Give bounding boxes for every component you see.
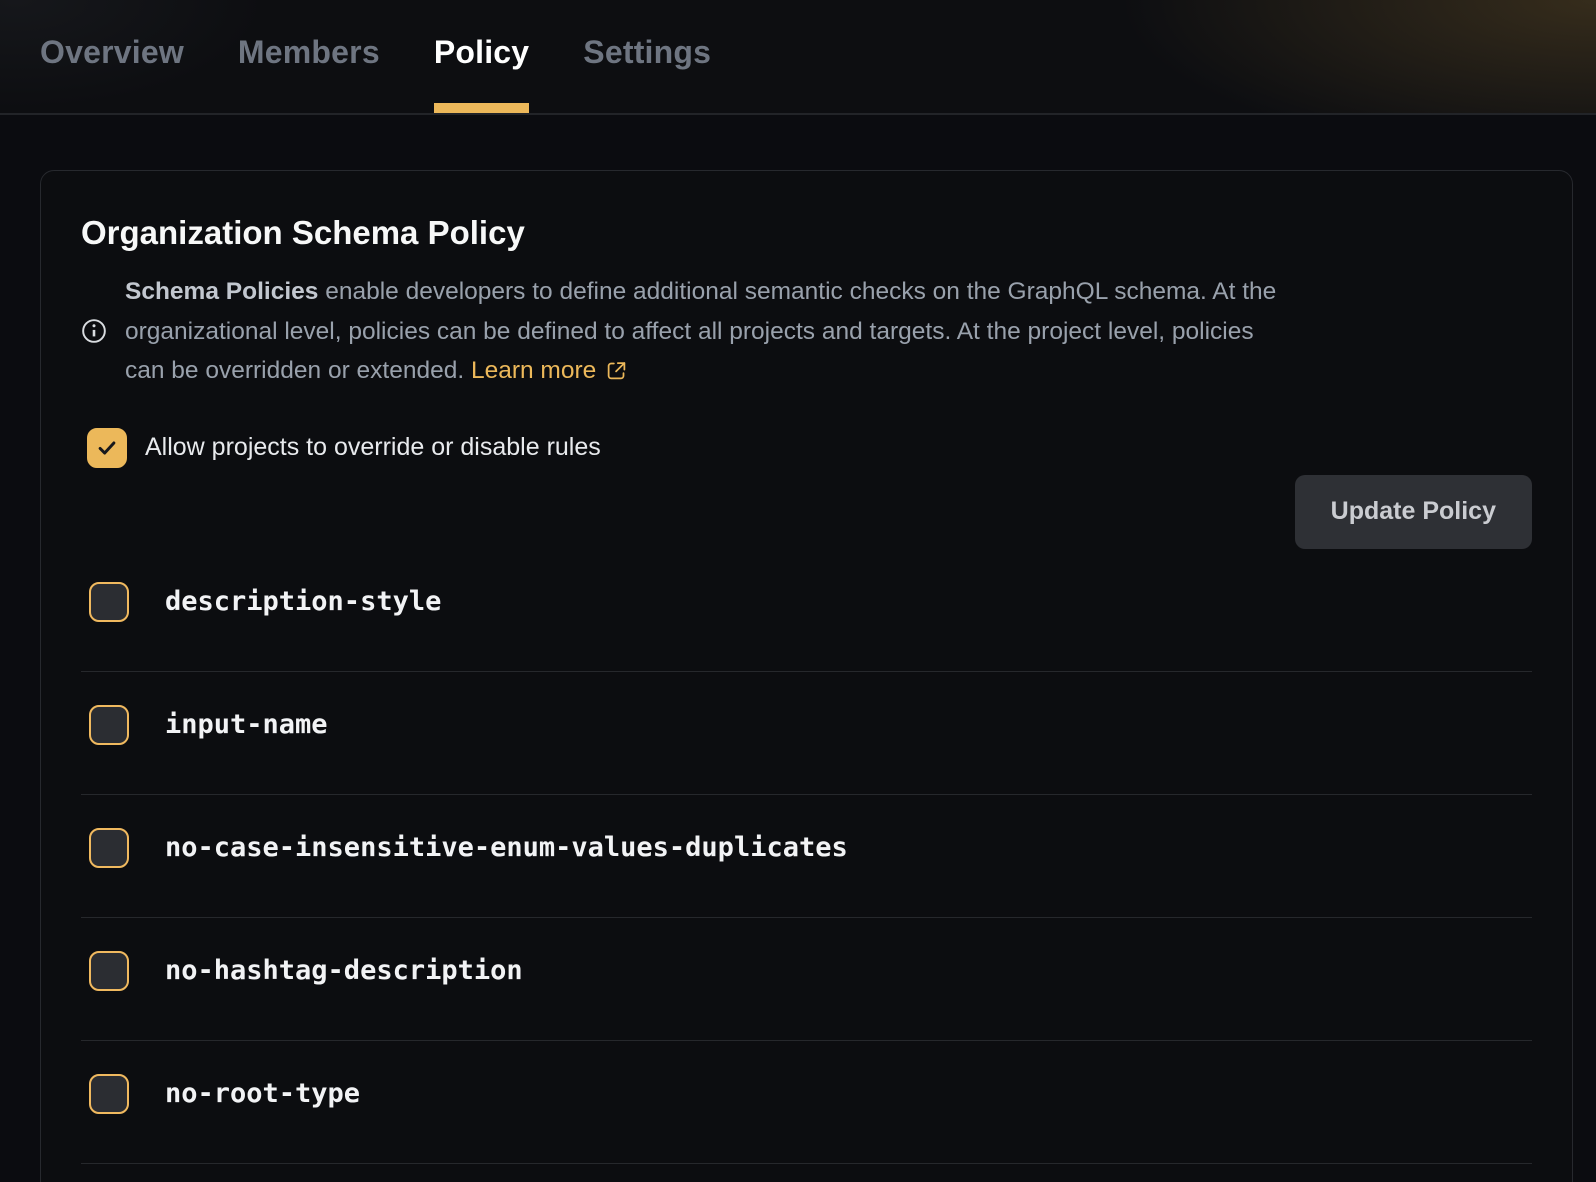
tab-policy[interactable]: Policy — [434, 0, 529, 113]
note-line-2: organizational level, policies can be de… — [125, 312, 1276, 352]
tab-settings[interactable]: Settings — [583, 0, 711, 113]
rule-row-no-case-insensitive-enum-values-duplicates: no-case-insensitive-enum-values-duplicat… — [81, 795, 1532, 918]
rule-row-no-root-type: no-root-type — [81, 1041, 1532, 1164]
external-link-icon — [606, 360, 627, 381]
rule-name: description-style — [165, 582, 441, 622]
rule-checkbox-no-root-type[interactable] — [89, 1074, 129, 1114]
schema-policy-card: Organization Schema Policy Schema Polici… — [40, 170, 1573, 1182]
page-title: Organization Schema Policy — [81, 215, 1532, 251]
schema-policy-note: Schema Policies enable developers to def… — [81, 272, 1532, 391]
rule-row-no-hashtag-description: no-hashtag-description — [81, 918, 1532, 1041]
org-tab-bar: Overview Members Policy Settings — [0, 0, 1596, 115]
note-bold-lead: Schema Policies — [125, 278, 318, 305]
rule-name: input-name — [165, 705, 328, 745]
rule-name: no-case-insensitive-enum-values-duplicat… — [165, 828, 848, 868]
allow-override-label: Allow projects to override or disable ru… — [145, 433, 601, 462]
info-icon — [81, 318, 107, 344]
rule-checkbox-input-name[interactable] — [89, 705, 129, 745]
rule-name: no-hashtag-description — [165, 951, 523, 991]
rule-row-input-name: input-name — [81, 672, 1532, 795]
note-text: Schema Policies enable developers to def… — [125, 272, 1276, 391]
rules-list: description-style input-name no-case-ins… — [81, 549, 1532, 1164]
checkmark-icon — [96, 437, 118, 459]
org-tabs: Overview Members Policy Settings — [40, 0, 711, 113]
rule-checkbox-no-case-insensitive-enum-values-duplicates[interactable] — [89, 828, 129, 868]
note-line-1: Schema Policies enable developers to def… — [125, 272, 1276, 312]
rule-checkbox-no-hashtag-description[interactable] — [89, 951, 129, 991]
tab-members[interactable]: Members — [238, 0, 380, 113]
update-policy-button[interactable]: Update Policy — [1295, 475, 1532, 549]
rule-row-description-style: description-style — [81, 549, 1532, 672]
button-row: Update Policy — [81, 475, 1532, 549]
page-main: Organization Schema Policy Schema Polici… — [0, 170, 1596, 1182]
learn-more-link[interactable]: Learn more — [471, 351, 627, 391]
rule-name: no-root-type — [165, 1074, 360, 1114]
allow-override-checkbox[interactable] — [87, 428, 127, 468]
note-line-3: can be overridden or extended. Learn mor… — [125, 351, 1276, 391]
rule-checkbox-description-style[interactable] — [89, 582, 129, 622]
tab-overview[interactable]: Overview — [40, 0, 184, 113]
allow-override-row: Allow projects to override or disable ru… — [81, 427, 1532, 469]
